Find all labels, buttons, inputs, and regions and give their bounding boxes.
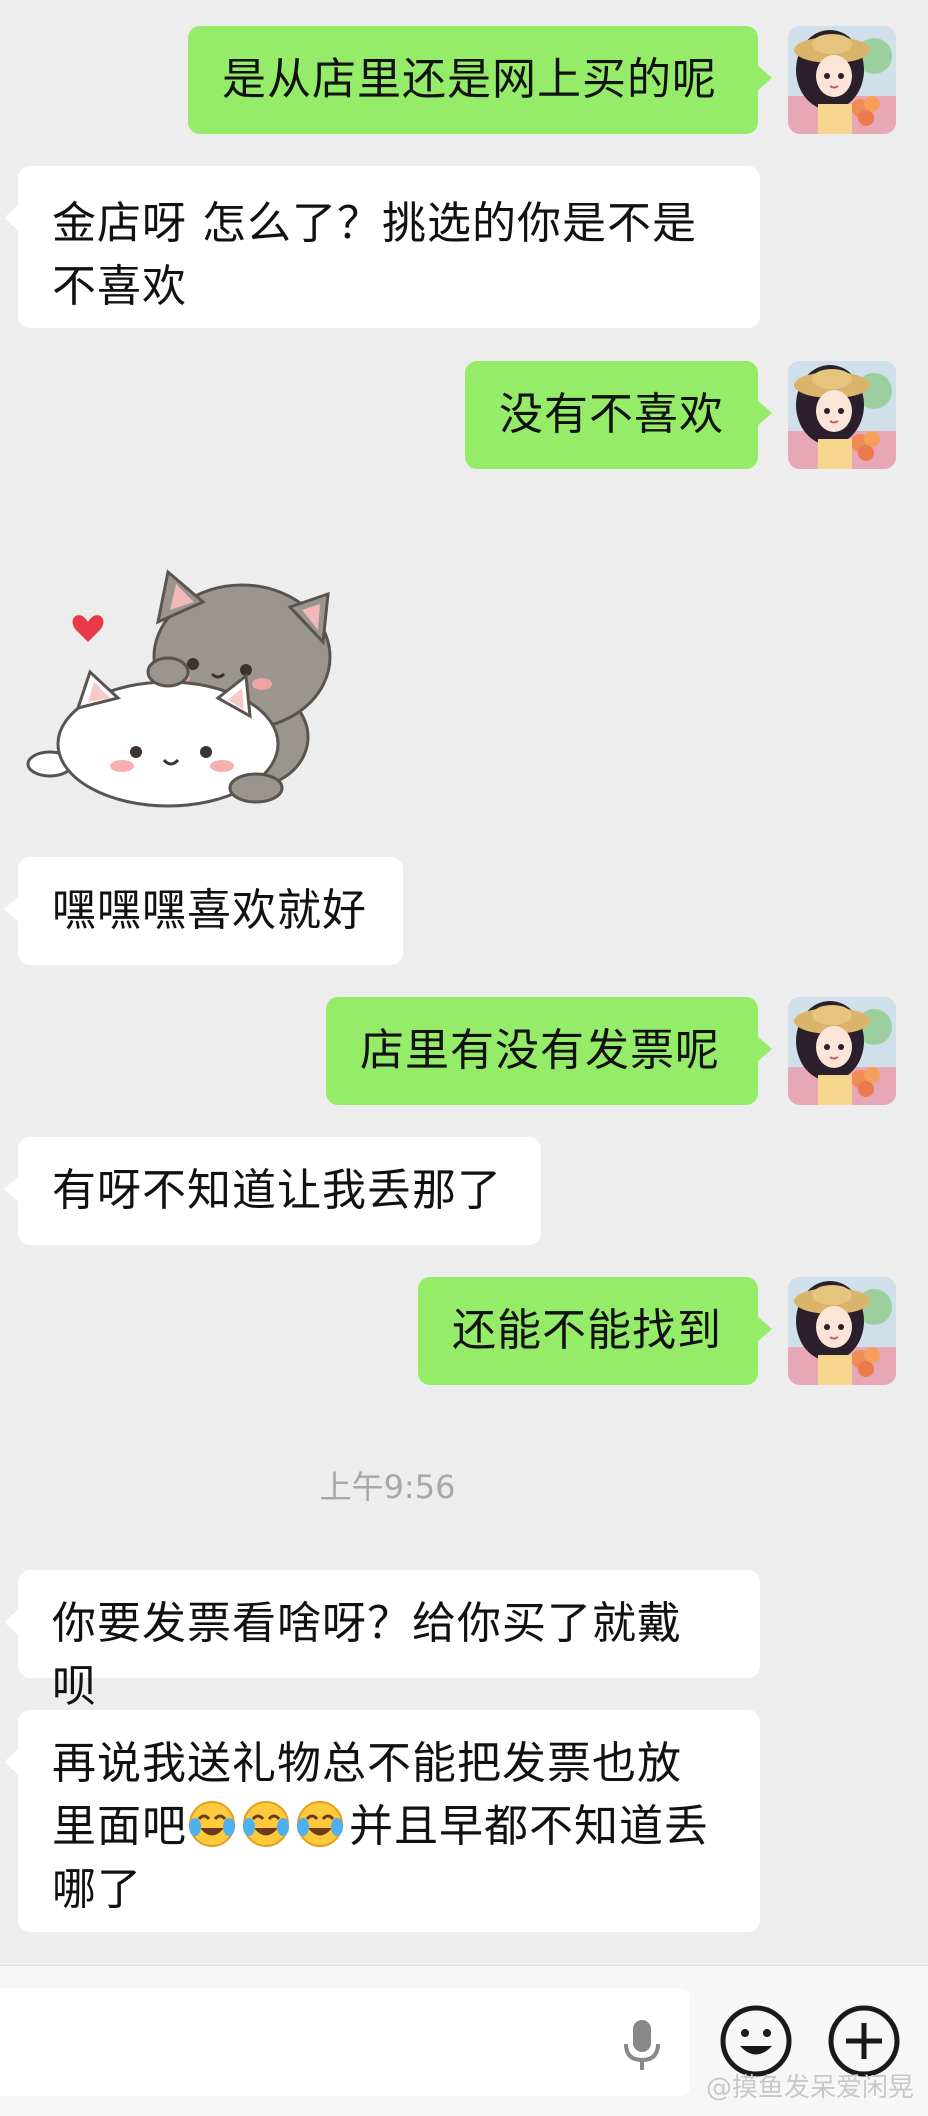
message-bubble-received[interactable]: 嘿嘿嘿喜欢就好 (4, 857, 403, 965)
message-bubble-sent[interactable]: 店里有没有发票呢 (326, 997, 772, 1105)
message-bubble-received[interactable]: 你要发票看啥呀？给你买了就戴呗 (4, 1570, 760, 1712)
message-timestamp: 上午9:56 (319, 1468, 456, 1506)
message-bubble-received[interactable]: 再说我送礼物总不能把发票也放里面吧 并且早都不知道丢哪了 (4, 1710, 760, 1932)
message-text: 嘿嘿嘿喜欢就好 (52, 885, 367, 936)
message-text: 还能不能找到 (452, 1305, 722, 1356)
message-bubble-received[interactable]: 有呀不知道让我丢那了 (4, 1137, 541, 1245)
message-input-field[interactable] (0, 1988, 690, 2096)
message-text: 没有不喜欢 (499, 389, 724, 440)
message-bubble-sent[interactable]: 没有不喜欢 (465, 361, 772, 469)
my-avatar[interactable] (788, 997, 896, 1105)
message-text: 是从店里还是网上买的呢 (222, 54, 717, 105)
my-avatar[interactable] (788, 1277, 896, 1385)
crying-laughing-emoji (295, 1799, 345, 1849)
message-bubble-received[interactable]: 金店呀 怎么了？挑选的你是不是不喜欢 (4, 166, 760, 328)
message-bubble-sent[interactable]: 还能不能找到 (418, 1277, 772, 1385)
chat-message-list[interactable]: 是从店里还是网上买的呢 金店呀 怎么了？挑选的你是不是不喜欢 没有不喜欢 嘿嘿嘿… (0, 0, 928, 1965)
message-text: 金店呀 怎么了？挑选的你是不是不喜欢 (52, 198, 697, 312)
message-text: 有呀不知道让我丢那了 (52, 1165, 502, 1216)
crying-laughing-emoji (241, 1799, 291, 1849)
crying-laughing-emoji (187, 1799, 237, 1849)
my-avatar[interactable] (788, 26, 896, 134)
message-text: 店里有没有发票呢 (360, 1025, 720, 1076)
input-bar: @摸鱼发呆爱闲晃 (0, 1965, 928, 2116)
two-cats-hug-sticker[interactable] (18, 552, 338, 817)
message-text: 你要发票看啥呀？给你买了就戴呗 (52, 1598, 682, 1712)
microphone-icon[interactable] (620, 2016, 664, 2076)
watermark-text: @摸鱼发呆爱闲晃 (705, 2073, 914, 2103)
message-bubble-sent[interactable]: 是从店里还是网上买的呢 (188, 26, 772, 134)
my-avatar[interactable] (788, 361, 896, 469)
